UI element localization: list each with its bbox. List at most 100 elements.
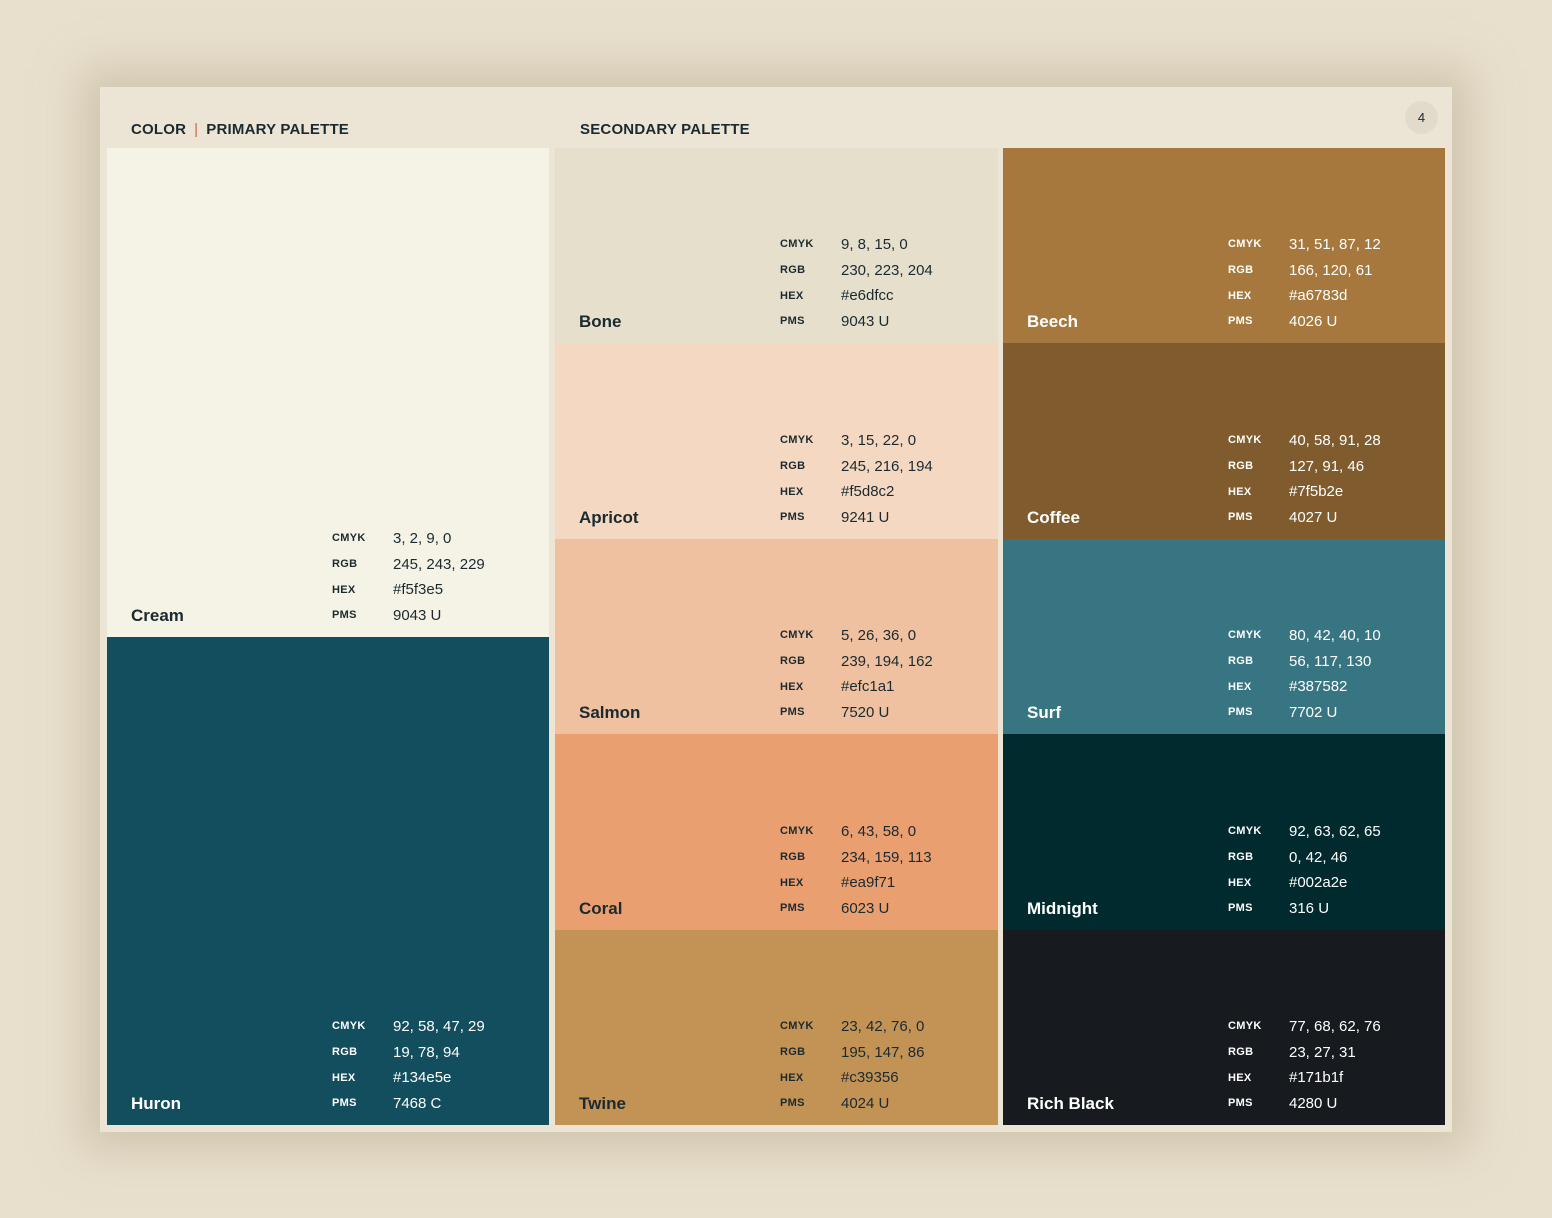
spec-row-pms: PMS 4024 U xyxy=(780,1090,924,1116)
spec-row-cmyk: CMYK 77, 68, 62, 76 xyxy=(1228,1014,1381,1040)
primary-palette-header: COLOR | PRIMARY PALETTE xyxy=(131,121,349,138)
spec-label: RGB xyxy=(332,558,358,571)
spec-row-hex: HEX #7f5b2e xyxy=(1228,479,1381,505)
spec-value-rgb: 127, 91, 46 xyxy=(1289,457,1365,475)
swatch-cream: Cream CMYK 3, 2, 9, 0 RGB 245, 243, 229 HEX #f… xyxy=(107,148,549,637)
spec-value-hex: #387582 xyxy=(1289,678,1348,696)
spec-label: HEX xyxy=(1228,680,1252,693)
color-name: Cream xyxy=(131,606,184,625)
spec-value-hex: #171b1f xyxy=(1289,1069,1344,1087)
spec-row-hex: HEX #387582 xyxy=(1228,674,1381,700)
spec-value-rgb: 0, 42, 46 xyxy=(1289,848,1348,866)
color-specs: CMYK 6, 43, 58, 0 RGB 234, 159, 113 HEX #ea9f… xyxy=(780,819,932,921)
spec-value-pms: 6023 U xyxy=(841,899,890,917)
spec-label: PMS xyxy=(1228,902,1253,915)
color-name: Rich Black xyxy=(1027,1094,1114,1113)
spec-value-cmyk: 77, 68, 62, 76 xyxy=(1289,1017,1381,1035)
spec-row-rgb: RGB 245, 243, 229 xyxy=(332,551,485,577)
spec-label: CMYK xyxy=(780,238,814,251)
spec-row-cmyk: CMYK 23, 42, 76, 0 xyxy=(780,1014,924,1040)
spec-value-rgb: 19, 78, 94 xyxy=(393,1043,460,1061)
color-name: Midnight xyxy=(1027,899,1098,918)
spec-value-cmyk: 92, 58, 47, 29 xyxy=(393,1017,485,1035)
spec-value-pms: 9043 U xyxy=(841,312,890,330)
swatch-twine: Twine CMYK 23, 42, 76, 0 RGB 195, 147, 86 HEX… xyxy=(555,930,998,1125)
spec-value-rgb: 230, 223, 204 xyxy=(841,261,933,279)
spec-row-rgb: RGB 19, 78, 94 xyxy=(332,1039,485,1065)
spec-row-rgb: RGB 239, 194, 162 xyxy=(780,648,933,674)
spec-value-pms: 9241 U xyxy=(841,508,890,526)
spec-row-rgb: RGB 245, 216, 194 xyxy=(780,453,933,479)
spec-value-pms: 4024 U xyxy=(841,1094,890,1112)
spec-label: RGB xyxy=(1228,460,1254,473)
spec-row-rgb: RGB 127, 91, 46 xyxy=(1228,453,1381,479)
spec-label: RGB xyxy=(780,460,806,473)
spec-row-hex: HEX #a6783d xyxy=(1228,283,1381,309)
color-specs: CMYK 92, 58, 47, 29 RGB 19, 78, 94 HEX #134e5… xyxy=(332,1014,485,1116)
color-name: Huron xyxy=(131,1094,182,1113)
spec-row-cmyk: CMYK 3, 2, 9, 0 xyxy=(332,526,485,552)
spec-row-cmyk: CMYK 9, 8, 15, 0 xyxy=(780,232,933,258)
spec-label: RGB xyxy=(1228,264,1254,277)
color-specs: CMYK 31, 51, 87, 12 RGB 166, 120, 61 HEX #a67… xyxy=(1228,232,1381,334)
spec-label: RGB xyxy=(1228,851,1254,864)
swatch-huron: Huron CMYK 92, 58, 47, 29 RGB 19, 78, 94 HEX #… xyxy=(107,637,549,1125)
spec-value-cmyk: 5, 26, 36, 0 xyxy=(841,626,917,644)
spec-label: CMYK xyxy=(1228,434,1262,447)
spec-row-cmyk: CMYK 6, 43, 58, 0 xyxy=(780,819,932,845)
spec-row-pms: PMS 7468 C xyxy=(332,1090,485,1116)
spec-row-rgb: RGB 230, 223, 204 xyxy=(780,257,933,283)
spec-label: CMYK xyxy=(780,629,814,642)
spec-label: PMS xyxy=(1228,706,1253,719)
swatch-beech: Beech CMYK 31, 51, 87, 12 RGB 166, 120, 61 HE… xyxy=(1003,148,1445,343)
spec-value-rgb: 239, 194, 162 xyxy=(841,652,933,670)
spec-row-hex: HEX #f5f3e5 xyxy=(332,577,485,603)
spec-label: PMS xyxy=(332,1097,357,1110)
spec-row-cmyk: CMYK 92, 63, 62, 65 xyxy=(1228,819,1381,845)
spec-row-cmyk: CMYK 5, 26, 36, 0 xyxy=(780,623,933,649)
spec-label: HEX xyxy=(780,485,804,498)
spec-label: HEX xyxy=(1228,1071,1252,1084)
color-specs: CMYK 77, 68, 62, 76 RGB 23, 27, 31 HEX #171b1… xyxy=(1228,1014,1381,1116)
spec-row-pms: PMS 316 U xyxy=(1228,895,1381,921)
spec-row-rgb: RGB 166, 120, 61 xyxy=(1228,257,1381,283)
spec-row-pms: PMS 9043 U xyxy=(780,308,933,334)
spec-value-rgb: 245, 243, 229 xyxy=(393,555,485,573)
spec-value-cmyk: 3, 2, 9, 0 xyxy=(393,529,452,547)
swatch-rich-black: Rich Black CMYK 77, 68, 62, 76 RGB 23, 27, 3… xyxy=(1003,930,1445,1125)
spec-label: CMYK xyxy=(1228,825,1262,838)
spec-value-rgb: 245, 216, 194 xyxy=(841,457,933,475)
spec-value-cmyk: 9, 8, 15, 0 xyxy=(841,235,908,253)
spec-value-hex: #7f5b2e xyxy=(1289,483,1344,501)
spec-row-pms: PMS 7702 U xyxy=(1228,699,1381,725)
spec-value-pms: 4027 U xyxy=(1289,508,1338,526)
page-number: 4 xyxy=(1405,101,1438,134)
spec-label: HEX xyxy=(780,876,804,889)
spec-label: CMYK xyxy=(780,434,814,447)
color-specs: CMYK 80, 42, 40, 10 RGB 56, 117, 130 HEX #387… xyxy=(1228,623,1381,725)
spec-value-pms: 4026 U xyxy=(1289,312,1338,330)
spec-label: CMYK xyxy=(1228,238,1262,251)
spec-label: PMS xyxy=(780,511,805,524)
spec-value-pms: 316 U xyxy=(1289,899,1330,917)
spec-label: PMS xyxy=(780,315,805,328)
color-specs: CMYK 23, 42, 76, 0 RGB 195, 147, 86 HEX #c393… xyxy=(780,1014,924,1116)
brand-guide-page: COLOR | PRIMARY PALETTE SECONDARY PALETTE … xyxy=(100,87,1452,1132)
spec-row-pms: PMS 9043 U xyxy=(332,602,485,628)
color-specs: CMYK 40, 58, 91, 28 RGB 127, 91, 46 HEX #7f5b… xyxy=(1228,428,1381,530)
swatch-midnight: Midnight CMYK 92, 63, 62, 65 RGB 0, 42, 46 HE… xyxy=(1003,734,1445,930)
swatch-coral: Coral CMYK 6, 43, 58, 0 RGB 234, 159, 113 HEX… xyxy=(555,734,998,930)
spec-row-hex: HEX #ea9f71 xyxy=(780,870,932,896)
spec-label: PMS xyxy=(780,902,805,915)
spec-label: RGB xyxy=(780,1046,806,1059)
spec-label: CMYK xyxy=(332,1020,366,1033)
spec-value-rgb: 56, 117, 130 xyxy=(1289,652,1372,670)
spec-value-pms: 9043 U xyxy=(393,606,442,624)
swatch-surf: Surf CMYK 80, 42, 40, 10 RGB 56, 117, 130 HEX… xyxy=(1003,539,1445,734)
spec-label: PMS xyxy=(1228,511,1253,524)
spec-label: RGB xyxy=(780,851,806,864)
spec-label: CMYK xyxy=(332,532,366,545)
spec-value-rgb: 166, 120, 61 xyxy=(1289,261,1373,279)
spec-label: HEX xyxy=(780,289,804,302)
spec-value-hex: #134e5e xyxy=(393,1069,452,1087)
